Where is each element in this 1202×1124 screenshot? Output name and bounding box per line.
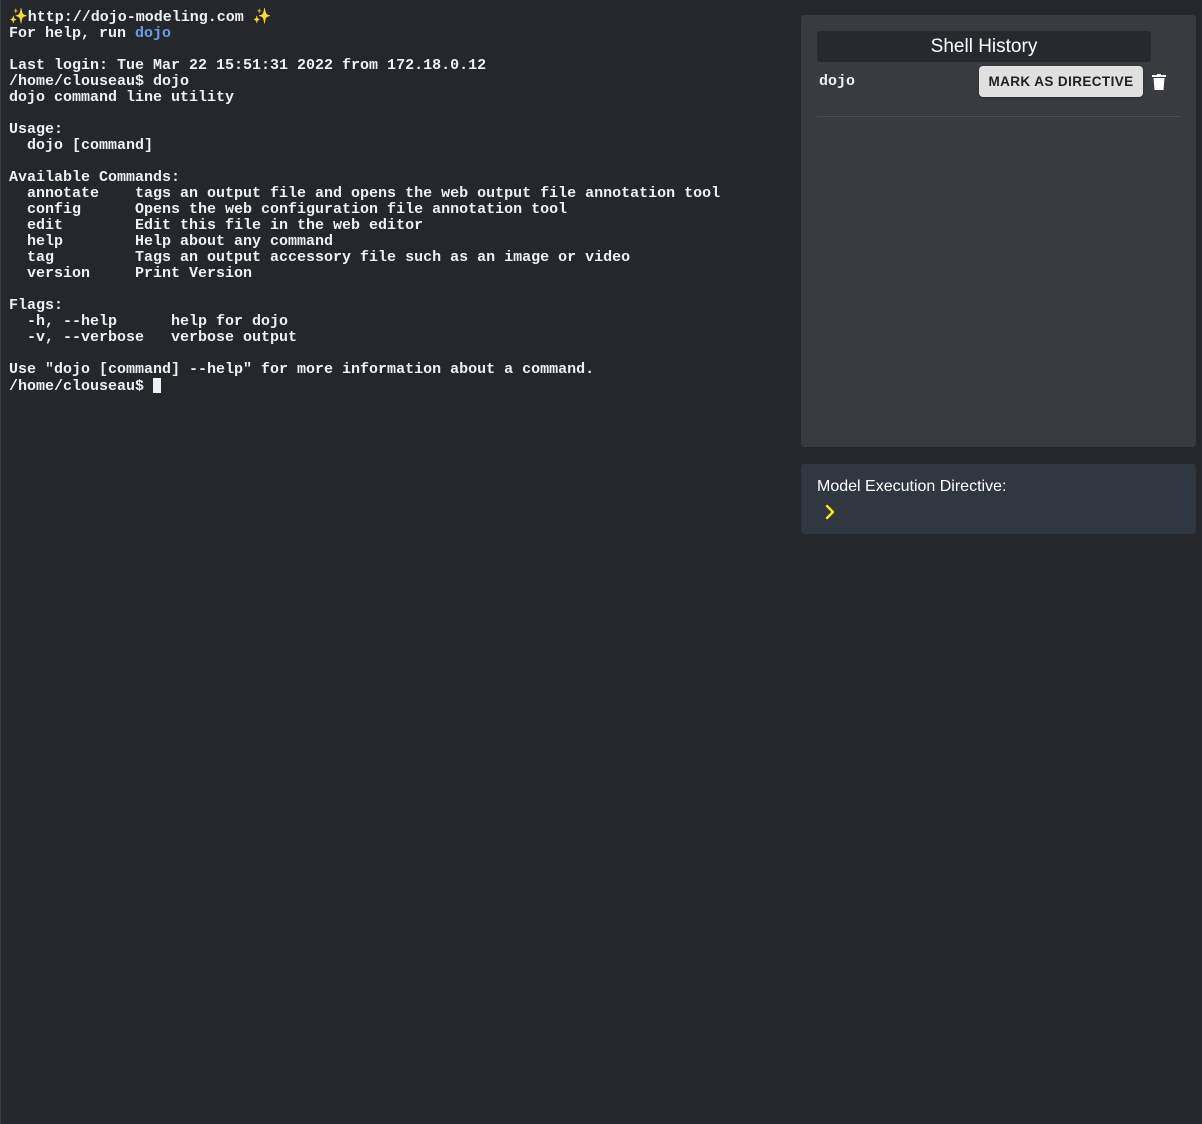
output-line: dojo command line utility <box>9 89 235 106</box>
terminal[interactable]: ✨http://dojo-modeling.com ✨ For help, ru… <box>9 10 789 395</box>
banner-url[interactable]: http://dojo-modeling.com <box>28 9 244 26</box>
history-command: dojo <box>819 73 856 90</box>
sparkle-icon: ✨ <box>9 9 28 26</box>
terminal-cursor <box>153 378 162 393</box>
output-line: Use "dojo [command] --help" for more inf… <box>9 361 595 378</box>
active-prompt-line[interactable]: /home/clouseau$ <box>9 378 789 395</box>
output-line: help Help about any command <box>9 233 334 250</box>
help-prefix: For help, run <box>9 25 136 42</box>
left-border <box>0 0 1 1124</box>
mark-as-directive-button[interactable]: MARK AS DIRECTIVE <box>979 66 1143 97</box>
output-line: Flags: <box>9 297 64 314</box>
output-line: edit Edit this file in the web editor <box>9 217 424 234</box>
terminal-banner: ✨http://dojo-modeling.com ✨ <box>9 10 789 26</box>
output-line: Available Commands: <box>9 169 181 186</box>
trash-icon[interactable] <box>1152 74 1166 90</box>
prompt-text: /home/clouseau$ <box>9 378 154 395</box>
output-line: annotate tags an output file and opens t… <box>9 185 721 202</box>
directive-label: Model Execution Directive: <box>817 478 1007 495</box>
output-line: version Print Version <box>9 265 253 282</box>
help-command-link[interactable]: dojo <box>135 25 171 42</box>
model-execution-directive-panel: Model Execution Directive: <box>801 464 1196 534</box>
output-line: config Opens the web configuration file … <box>9 201 568 218</box>
output-line: dojo [command] <box>9 137 154 154</box>
output-line: Usage: <box>9 121 64 138</box>
output-line: -v, --verbose verbose output <box>9 329 298 346</box>
output-line: tag Tags an output accessory file such a… <box>9 249 631 266</box>
sparkle-icon: ✨ <box>243 9 272 26</box>
history-item: dojo MARK AS DIRECTIVE <box>817 65 1180 117</box>
shell-history-title: Shell History <box>817 31 1151 62</box>
output-line: -h, --help help for dojo <box>9 313 289 330</box>
prompt-line: /home/clouseau$ dojo <box>9 73 190 90</box>
chevron-right-icon <box>825 504 835 520</box>
help-line: For help, run dojo <box>9 26 789 42</box>
shell-history-panel: Shell History dojo MARK AS DIRECTIVE <box>801 15 1196 447</box>
last-login-line: Last login: Tue Mar 22 15:51:31 2022 fro… <box>9 57 487 74</box>
